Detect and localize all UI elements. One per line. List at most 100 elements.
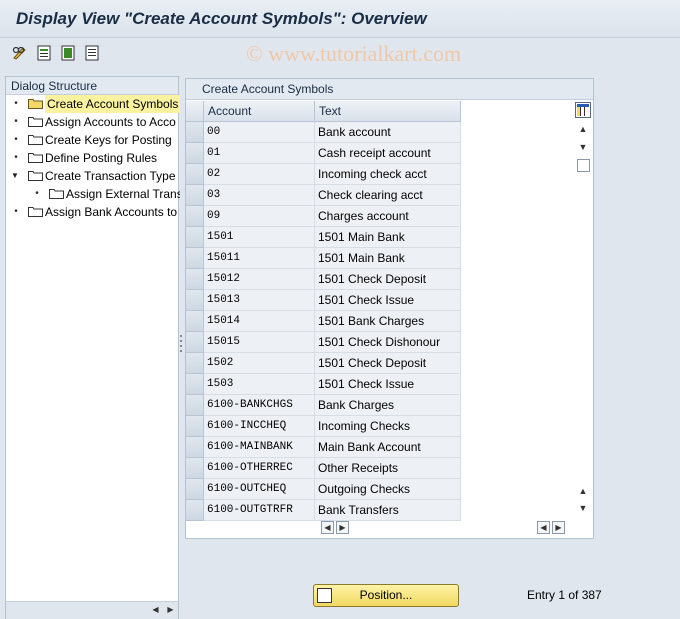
cell-account[interactable]: 1501 — [204, 227, 315, 248]
cell-account[interactable]: 1503 — [204, 374, 315, 395]
dialog-structure-header: Dialog Structure — [6, 77, 178, 95]
row-selector[interactable] — [186, 479, 204, 500]
row-selector[interactable] — [186, 206, 204, 227]
column-header-text[interactable]: Text — [315, 101, 461, 122]
cell-text[interactable]: 1501 Main Bank — [315, 227, 461, 248]
tree-item-label: Create Account Symbols — [45, 95, 180, 113]
row-selector[interactable] — [186, 122, 204, 143]
table-vertical-scrollbar[interactable]: ▲ ▼ ▲ ▼ — [575, 101, 591, 517]
cell-text[interactable]: 1501 Check Dishonour — [315, 332, 461, 353]
row-selector[interactable] — [186, 437, 204, 458]
cell-text[interactable]: 1501 Check Deposit — [315, 269, 461, 290]
entry-counter: Entry 1 of 387 — [527, 588, 602, 602]
row-selector[interactable] — [186, 332, 204, 353]
row-selector[interactable] — [186, 164, 204, 185]
cell-text[interactable]: Bank Transfers — [315, 500, 461, 521]
row-selector[interactable] — [186, 290, 204, 311]
cell-account[interactable]: 02 — [204, 164, 315, 185]
row-selector[interactable] — [186, 500, 204, 521]
tree-item-assign-external-trans[interactable]: • Assign External Trans — [6, 185, 180, 203]
scroll-left-icon[interactable]: ◀ — [321, 521, 334, 534]
scroll-right-icon[interactable]: ▶ — [164, 604, 177, 617]
scroll-left-icon[interactable]: ◀ — [149, 604, 162, 617]
edit-glasses-icon[interactable] — [12, 45, 28, 61]
scroll-left-icon[interactable]: ◀ — [537, 521, 550, 534]
cell-text[interactable]: Bank account — [315, 122, 461, 143]
tree-item-define-posting-rules[interactable]: • Define Posting Rules — [6, 149, 180, 167]
tree-item-assign-bank-accounts[interactable]: • Assign Bank Accounts to — [6, 203, 180, 221]
row-selector[interactable] — [186, 416, 204, 437]
folder-open-icon — [28, 99, 43, 109]
row-selector[interactable] — [186, 458, 204, 479]
cell-account[interactable]: 00 — [204, 122, 315, 143]
scroll-up-icon[interactable]: ▲ — [577, 123, 589, 135]
left-panel-scrollbar[interactable]: ◀ ▶ — [6, 601, 178, 619]
tree-item-label: Assign Bank Accounts to — [45, 205, 178, 219]
cell-text[interactable]: Other Receipts — [315, 458, 461, 479]
cell-account[interactable]: 15011 — [204, 248, 315, 269]
tree-item-label: Create Keys for Posting — [45, 133, 172, 147]
cell-account[interactable]: 09 — [204, 206, 315, 227]
cell-account[interactable]: 6100-OTHERREC — [204, 458, 315, 479]
tree-item-label: Assign External Trans — [66, 187, 180, 201]
row-selector[interactable] — [186, 374, 204, 395]
cell-text[interactable]: Check clearing acct — [315, 185, 461, 206]
row-selector[interactable] — [186, 353, 204, 374]
cell-text[interactable]: 1501 Bank Charges — [315, 311, 461, 332]
scroll-right-icon[interactable]: ▶ — [552, 521, 565, 534]
cell-account[interactable]: 6100-MAINBANK — [204, 437, 315, 458]
scroll-down-icon[interactable]: ▼ — [577, 502, 589, 514]
select-all-rows-header[interactable] — [186, 101, 204, 122]
cell-text[interactable]: 1501 Check Deposit — [315, 353, 461, 374]
scroll-down-page-icon[interactable]: ▼ — [577, 141, 589, 153]
panel-splitter[interactable] — [180, 335, 183, 355]
cell-text[interactable]: Main Bank Account — [315, 437, 461, 458]
cell-text[interactable]: Outgoing Checks — [315, 479, 461, 500]
cell-account[interactable]: 15014 — [204, 311, 315, 332]
cell-account[interactable]: 1502 — [204, 353, 315, 374]
tree-item-label: Create Transaction Type — [45, 169, 176, 183]
cell-text[interactable]: Incoming check acct — [315, 164, 461, 185]
cell-account[interactable]: 6100-BANKCHGS — [204, 395, 315, 416]
select-all-icon[interactable] — [60, 45, 76, 61]
position-button[interactable]: Position... — [313, 584, 459, 607]
table-horizontal-scrollbar[interactable]: ◀ ▶ ◀ ▶ — [186, 520, 586, 536]
cell-account[interactable]: 03 — [204, 185, 315, 206]
tree-item-assign-accounts[interactable]: • Assign Accounts to Acco — [6, 113, 180, 131]
cell-account[interactable]: 6100-OUTGTRFR — [204, 500, 315, 521]
dialog-structure-panel: Dialog Structure • Create Account Symbol… — [5, 76, 180, 619]
row-selector[interactable] — [186, 227, 204, 248]
folder-icon — [28, 117, 43, 127]
row-selector[interactable] — [186, 269, 204, 290]
deselect-all-icon[interactable] — [84, 45, 100, 61]
cell-account[interactable]: 15013 — [204, 290, 315, 311]
cell-text[interactable]: Incoming Checks — [315, 416, 461, 437]
tree-item-create-keys[interactable]: • Create Keys for Posting — [6, 131, 180, 149]
row-selector[interactable] — [186, 311, 204, 332]
row-selector[interactable] — [186, 395, 204, 416]
cell-account[interactable]: 15012 — [204, 269, 315, 290]
column-header-account[interactable]: Account — [204, 101, 315, 122]
row-selector[interactable] — [186, 248, 204, 269]
scroll-right-icon[interactable]: ▶ — [336, 521, 349, 534]
cell-text[interactable]: Bank Charges — [315, 395, 461, 416]
cell-account[interactable]: 6100-INCCHEQ — [204, 416, 315, 437]
watermark: © www.tutorialkart.com — [246, 41, 462, 66]
position-button-label: Position... — [359, 588, 413, 602]
tree-item-create-account-symbols[interactable]: • Create Account Symbols — [6, 95, 180, 113]
tree-item-create-transaction-type[interactable]: ▼ Create Transaction Type — [6, 167, 180, 185]
row-selector[interactable] — [186, 143, 204, 164]
cell-account[interactable]: 6100-OUTCHEQ — [204, 479, 315, 500]
cell-text[interactable]: 1501 Check Issue — [315, 290, 461, 311]
cell-text[interactable]: Cash receipt account — [315, 143, 461, 164]
cell-account[interactable]: 15015 — [204, 332, 315, 353]
expand-triangle-icon[interactable]: ▼ — [11, 167, 19, 185]
cell-text[interactable]: 1501 Check Issue — [315, 374, 461, 395]
scroll-thumb[interactable] — [577, 159, 590, 172]
details-icon[interactable] — [36, 45, 52, 61]
scroll-up-page-icon[interactable]: ▲ — [577, 485, 589, 497]
cell-text[interactable]: 1501 Main Bank — [315, 248, 461, 269]
row-selector[interactable] — [186, 185, 204, 206]
cell-text[interactable]: Charges account — [315, 206, 461, 227]
cell-account[interactable]: 01 — [204, 143, 315, 164]
